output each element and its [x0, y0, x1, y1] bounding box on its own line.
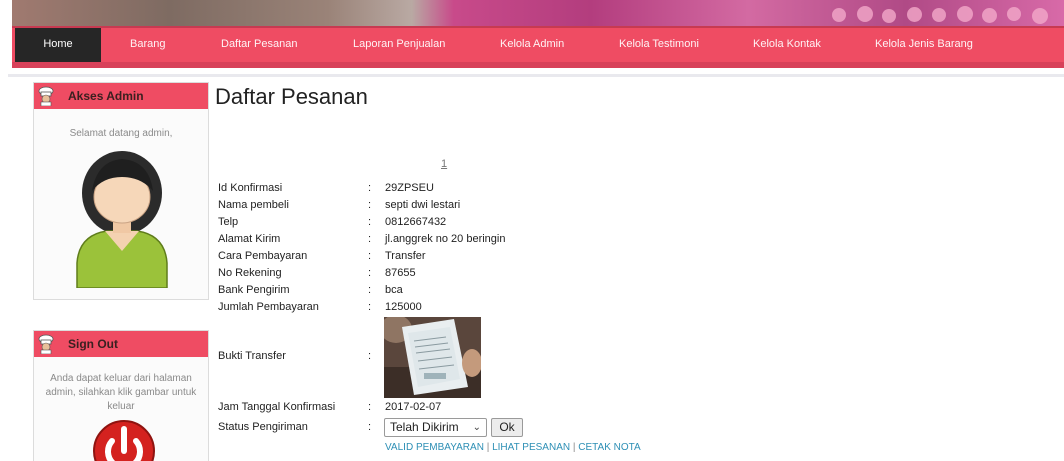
field-colon: :: [368, 401, 372, 413]
valid-pembayaran-link[interactable]: VALID PEMBAYARAN: [385, 442, 484, 453]
field-value: 29ZPSEU: [385, 182, 434, 194]
ok-button[interactable]: Ok: [491, 418, 523, 437]
main-navbar: Home Barang Daftar Pesanan Laporan Penju…: [12, 26, 1064, 68]
nav-item-laporan-penjualan[interactable]: Laporan Penjualan: [353, 28, 445, 62]
page-title: Daftar Pesanan: [215, 84, 368, 109]
field-label: Jam Tanggal Konfirmasi: [218, 401, 336, 413]
field-label: Id Konfirmasi: [218, 182, 283, 194]
lihat-pesanan-link[interactable]: LIHAT PESANAN: [492, 442, 570, 453]
nav-item-kelola-kontak[interactable]: Kelola Kontak: [753, 28, 821, 62]
transfer-proof-image: [384, 317, 481, 398]
status-select-value: Telah Dikirim: [390, 420, 459, 434]
field-label: Telp: [218, 216, 239, 228]
field-value: bca: [385, 284, 403, 296]
field-value: Transfer: [385, 250, 426, 262]
admin-welcome-text: Selamat datang admin,: [69, 128, 173, 139]
field-colon: :: [368, 267, 372, 279]
field-value: 87655: [385, 267, 416, 279]
field-label: Alamat Kirim: [218, 233, 281, 245]
nav-item-kelola-jenis-barang[interactable]: Kelola Jenis Barang: [875, 28, 973, 62]
chef-icon: [38, 334, 54, 354]
field-label: Status Pengiriman: [218, 421, 308, 433]
signout-header: Sign Out: [34, 331, 208, 357]
field-value: septi dwi lestari: [385, 199, 461, 211]
field-value: 0812667432: [385, 216, 447, 228]
header-divider: [8, 74, 1064, 77]
field-label: Nama pembeli: [218, 199, 289, 211]
nav-item-kelola-testimoni[interactable]: Kelola Testimoni: [619, 28, 699, 62]
chef-icon: [38, 86, 54, 106]
field-label: Cara Pembayaran: [218, 250, 308, 262]
separator: |: [572, 442, 576, 453]
admin-access-title: Akses Admin: [68, 89, 144, 103]
nav-item-barang[interactable]: Barang: [130, 28, 165, 62]
field-colon: :: [368, 199, 372, 211]
signout-panel: Sign Out Anda dapat keluar dari halaman …: [33, 330, 209, 461]
field-colon: :: [368, 284, 372, 296]
field-colon: :: [368, 250, 372, 262]
signout-text: Anda dapat keluar dari halaman admin, si…: [45, 373, 197, 412]
nav-item-daftar-pesanan[interactable]: Daftar Pesanan: [221, 28, 297, 62]
field-colon: :: [368, 301, 372, 313]
admin-access-panel: Akses Admin Selamat datang admin,: [33, 82, 209, 300]
signout-title: Sign Out: [68, 337, 118, 351]
field-value: 125000: [385, 301, 422, 313]
nav-item-kelola-admin[interactable]: Kelola Admin: [500, 28, 564, 62]
admin-avatar-icon: [76, 151, 168, 288]
status-select[interactable]: Telah Dikirim ⌄: [384, 418, 487, 437]
header-banner: [12, 0, 1064, 26]
page-link-1[interactable]: 1: [441, 158, 447, 170]
chevron-down-icon: ⌄: [472, 422, 481, 433]
field-value: jl.anggrek no 20 beringin: [385, 233, 506, 245]
field-label: Bukti Transfer: [218, 350, 286, 362]
field-colon: :: [368, 182, 372, 194]
cetak-nota-link[interactable]: CETAK NOTA: [578, 442, 640, 453]
separator: |: [486, 442, 490, 453]
receipt-photo: [384, 317, 481, 398]
field-colon: :: [368, 421, 372, 433]
nav-item-home[interactable]: Home: [15, 28, 101, 62]
field-label: Bank Pengirim: [218, 284, 290, 296]
field-colon: :: [368, 216, 372, 228]
field-colon: :: [368, 233, 372, 245]
field-value: 2017-02-07: [385, 401, 442, 413]
field-label: No Rekening: [218, 267, 282, 279]
field-colon: :: [368, 350, 372, 362]
order-actions: VALID PEMBAYARAN | LIHAT PESANAN | CETAK…: [385, 442, 641, 453]
admin-access-header: Akses Admin: [34, 83, 208, 109]
power-icon[interactable]: [92, 419, 156, 461]
field-label: Jumlah Pembayaran: [218, 301, 319, 313]
